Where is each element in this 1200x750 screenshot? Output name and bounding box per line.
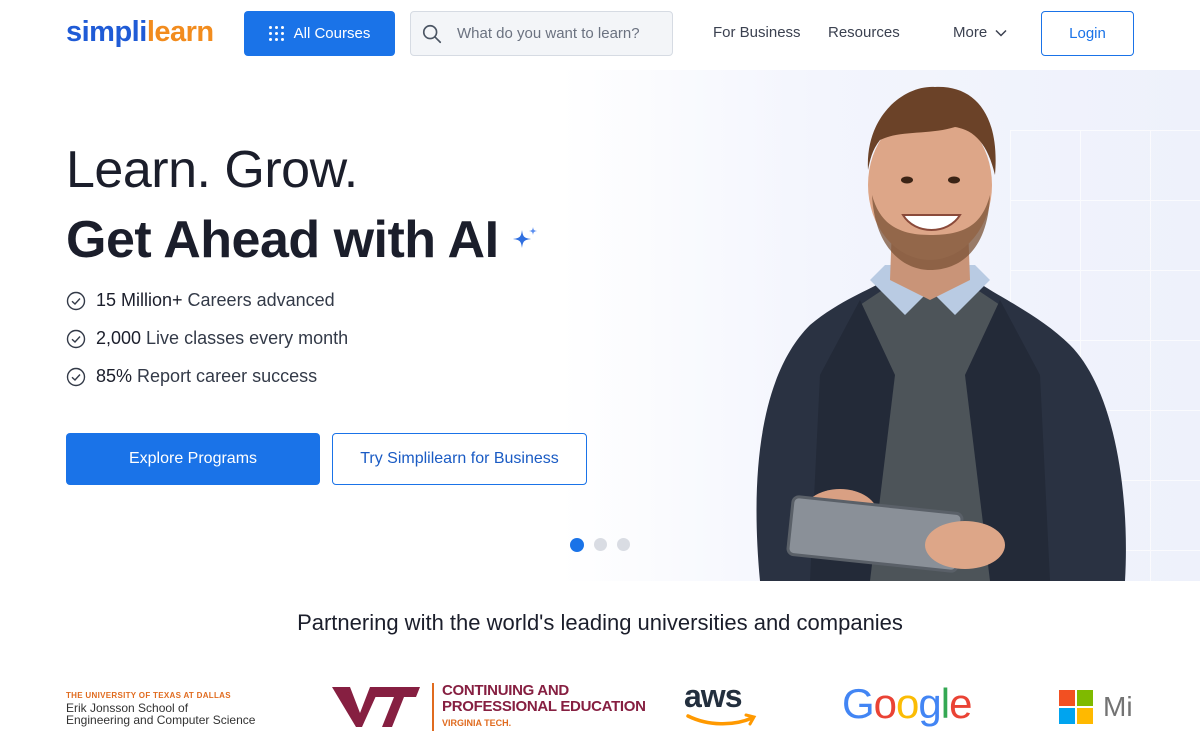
nav-resources[interactable]: Resources: [828, 24, 900, 41]
virginia-tech-logo[interactable]: CONTINUING AND PROFESSIONAL EDUCATION VI…: [330, 683, 646, 731]
try-for-business-button[interactable]: Try Simplilearn for Business: [332, 433, 587, 485]
search-input[interactable]: [457, 25, 657, 42]
aws-smile-icon: [686, 713, 757, 726]
stat-career-success: 85% Report career success: [66, 366, 317, 387]
vt-text: CONTINUING AND PROFESSIONAL EDUCATION VI…: [432, 683, 646, 731]
search-icon: [422, 24, 442, 43]
sparkle-icon: [512, 227, 537, 248]
google-letter: e: [949, 680, 972, 727]
hero-headline-2-text: Get Ahead with AI: [66, 211, 499, 269]
aws-logo[interactable]: aws: [684, 680, 760, 734]
site-header: simplilearn All Courses For Business Res…: [0, 0, 1200, 70]
search-box[interactable]: [410, 11, 673, 56]
explore-programs-button[interactable]: Explore Programs: [66, 433, 320, 485]
hero-headline-2: Get Ahead with AI: [66, 210, 541, 270]
carousel-dot-1[interactable]: [570, 538, 584, 552]
check-circle-icon: [66, 367, 86, 386]
grid-icon: [268, 26, 284, 41]
check-circle-icon: [66, 291, 86, 310]
stat-careers: 15 Million+ Careers advanced: [66, 290, 335, 311]
hero-person-image: [756, 86, 1126, 581]
partners-title: Partnering with the world's leading univ…: [297, 610, 903, 635]
microsoft-squares-icon: [1059, 690, 1093, 724]
google-letter: l: [940, 680, 950, 727]
simplilearn-logo[interactable]: simpl i learn: [66, 16, 214, 49]
google-letter: G: [842, 680, 875, 727]
nav-more-label: More: [953, 24, 988, 41]
google-letter: o: [896, 680, 919, 727]
check-circle-icon: [66, 329, 86, 348]
google-letter: g: [918, 680, 941, 727]
google-logo[interactable]: Google: [842, 680, 972, 728]
nav-for-business[interactable]: For Business: [713, 24, 801, 41]
carousel-indicators: [570, 538, 630, 552]
login-button[interactable]: Login: [1041, 11, 1134, 56]
chevron-down-icon: [995, 29, 1007, 37]
all-courses-button[interactable]: All Courses: [244, 11, 395, 56]
nav-more[interactable]: More: [953, 24, 1007, 41]
utd-logo[interactable]: THE UNIVERSITY OF TEXAS AT DALLAS Erik J…: [66, 690, 255, 726]
microsoft-logo[interactable]: Mi: [1059, 690, 1139, 724]
vt-mark: [332, 687, 420, 727]
carousel-dot-3[interactable]: [617, 538, 630, 551]
all-courses-label: All Courses: [293, 25, 371, 42]
google-letter: o: [873, 680, 897, 727]
logo-i: i: [139, 16, 147, 48]
stat-live-classes: 2,000 Live classes every month: [66, 328, 348, 349]
carousel-dot-2[interactable]: [594, 538, 607, 551]
hero-headline-1: Learn. Grow.: [66, 141, 358, 199]
